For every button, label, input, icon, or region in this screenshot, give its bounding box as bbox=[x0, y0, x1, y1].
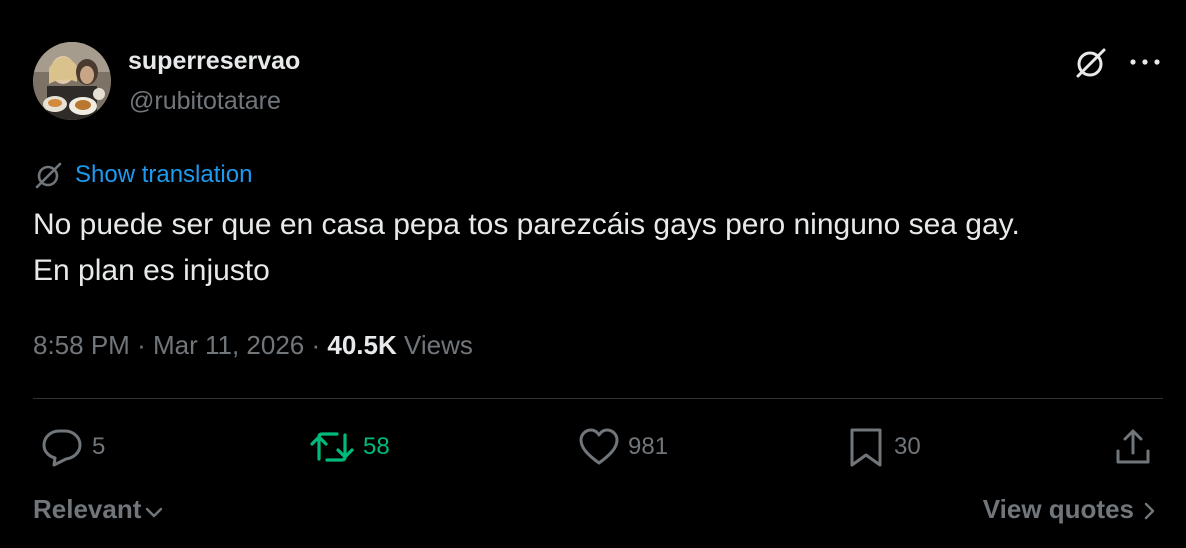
like-count: 981 bbox=[628, 433, 669, 460]
tweet-time[interactable]: 8:58 PM bbox=[33, 330, 130, 360]
author-handle[interactable]: @rubitotatare bbox=[129, 87, 281, 116]
tweet-text-line: No puede ser que en casa pepa tos parezc… bbox=[33, 208, 1020, 241]
reply-icon bbox=[42, 429, 82, 467]
tweet-meta: 8:58 PM · Mar 11, 2026 · 40.5K Views bbox=[33, 330, 473, 361]
tweet-text: No puede ser que en casa pepa tos parezc… bbox=[33, 202, 1163, 294]
bookmark-count: 30 bbox=[894, 433, 921, 460]
chevron-right-icon bbox=[1144, 502, 1155, 519]
share-button[interactable] bbox=[1112, 425, 1154, 469]
repost-button[interactable]: 58 bbox=[309, 425, 390, 469]
view-quotes-link[interactable]: View quotes bbox=[983, 494, 1158, 525]
meta-separator: · bbox=[311, 330, 321, 360]
heart-icon bbox=[579, 428, 619, 465]
show-translation-link[interactable]: Show translation bbox=[75, 161, 252, 189]
avatar-photo bbox=[33, 42, 111, 120]
share-icon bbox=[1116, 429, 1150, 464]
avatar[interactable] bbox=[33, 42, 111, 120]
more-icon[interactable] bbox=[1126, 44, 1166, 80]
views-label: Views bbox=[404, 330, 473, 360]
reply-count: 5 bbox=[92, 433, 106, 460]
repost-icon bbox=[310, 432, 354, 462]
translate-icon bbox=[35, 162, 62, 189]
chevron-down-icon bbox=[146, 507, 163, 517]
sort-dropdown[interactable]: Relevant bbox=[33, 494, 165, 525]
views-count: 40.5K bbox=[327, 330, 397, 360]
author-display-name[interactable]: superreservao bbox=[128, 47, 300, 76]
repost-count: 58 bbox=[363, 433, 390, 460]
bookmark-button[interactable]: 30 bbox=[846, 425, 921, 469]
reply-button[interactable]: 5 bbox=[40, 425, 105, 469]
grok-icon[interactable] bbox=[1072, 44, 1110, 82]
meta-separator: · bbox=[137, 330, 146, 360]
view-quotes-label: View quotes bbox=[982, 494, 1134, 524]
translation-row[interactable]: Show translation bbox=[33, 158, 252, 192]
tweet-date[interactable]: Mar 11, 2026 bbox=[153, 330, 304, 360]
sort-label: Relevant bbox=[33, 494, 142, 524]
tweet-text-line: En plan es injusto bbox=[33, 254, 270, 287]
bookmark-icon bbox=[850, 428, 882, 467]
like-button[interactable]: 981 bbox=[578, 425, 668, 469]
divider bbox=[33, 398, 1163, 399]
